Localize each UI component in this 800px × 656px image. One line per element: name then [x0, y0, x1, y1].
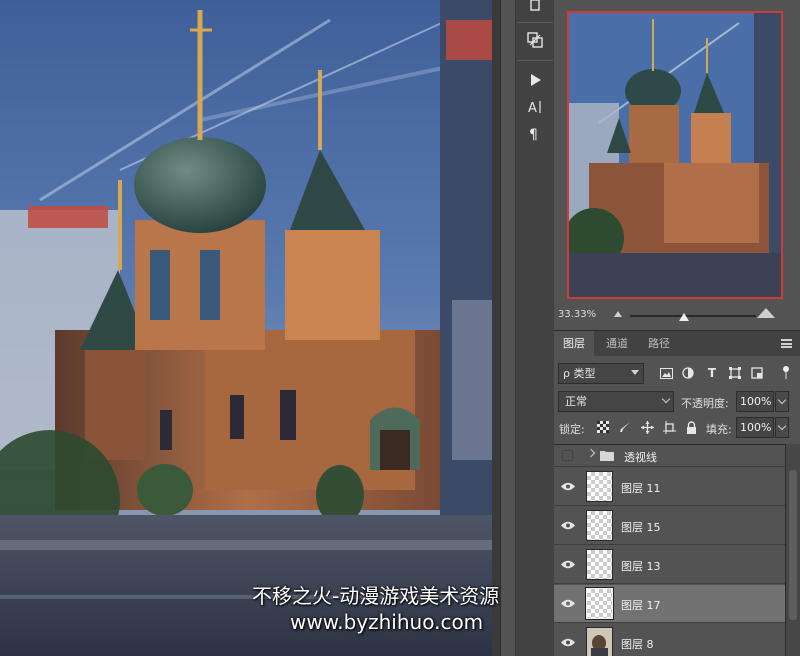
- toolstrip-separator: [517, 60, 553, 61]
- fill-label: 填充:: [706, 423, 732, 436]
- layers-panel-tabs: 图层 通道 路径: [554, 330, 800, 357]
- chevron-down-icon: [661, 394, 671, 404]
- folder-icon: [600, 450, 614, 464]
- layers-list: 透视线 图层 11 图层 15 图层 13 图层 17 图层 8: [554, 444, 785, 656]
- chevron-right-icon[interactable]: [586, 448, 596, 458]
- layer-filter-select[interactable]: ρ 类型: [558, 363, 644, 384]
- panel-menu-icon[interactable]: [781, 339, 792, 348]
- layers-scrollbar[interactable]: [785, 444, 800, 656]
- layer-name: 图层 11: [621, 482, 661, 495]
- fill-dropdown-icon[interactable]: [775, 417, 789, 438]
- layer-name: 图层 15: [621, 521, 661, 534]
- blend-opacity-row: 正常 不透明度: 100%: [554, 390, 800, 414]
- opacity-dropdown-icon[interactable]: [775, 391, 789, 412]
- zoom-in-icon[interactable]: [757, 308, 775, 318]
- lock-label: 锁定:: [559, 423, 585, 436]
- layer-filter-row: ρ 类型 T: [554, 362, 800, 386]
- layer-thumbnail: [586, 627, 613, 656]
- layer-row[interactable]: 图层 15: [554, 507, 785, 545]
- zoom-out-icon[interactable]: [614, 311, 622, 317]
- lock-position-icon[interactable]: [640, 420, 654, 434]
- clone-source-icon[interactable]: [515, 28, 555, 52]
- eye-icon[interactable]: [561, 560, 575, 569]
- navigator-zoom-bar: 33.33%: [554, 304, 800, 326]
- opacity-label: 不透明度:: [681, 397, 729, 410]
- eye-icon[interactable]: [561, 482, 575, 491]
- eye-icon[interactable]: [561, 638, 575, 647]
- tab-channels[interactable]: 通道: [597, 331, 637, 357]
- eye-icon[interactable]: [561, 521, 575, 530]
- layer-row[interactable]: 图层 13: [554, 546, 785, 584]
- navigator-thumbnail: [569, 13, 781, 297]
- filter-shape-icon[interactable]: [727, 365, 743, 381]
- eye-icon[interactable]: [561, 599, 575, 608]
- panel-toolstrip: A ¶: [500, 0, 555, 656]
- chevron-down-icon: [631, 370, 639, 375]
- svg-text:A: A: [528, 101, 537, 115]
- layer-thumbnail: [586, 471, 613, 502]
- brush-preset-icon[interactable]: [515, 0, 555, 18]
- fill-input[interactable]: 100%: [736, 417, 774, 438]
- character-panel-icon[interactable]: A: [515, 95, 555, 119]
- filter-pixel-icon[interactable]: [658, 365, 674, 381]
- filter-smart-object-icon[interactable]: [749, 365, 765, 381]
- lock-transparent-pixels-icon[interactable]: [596, 420, 610, 434]
- lock-image-pixels-icon[interactable]: [618, 420, 632, 434]
- right-panels: 33.33% 图层 通道 路径 ρ 类型 T 正常 不透明度: 100% 锁定:…: [554, 0, 800, 656]
- canvas-frame: [492, 0, 500, 656]
- lock-fill-row: 锁定: 填充: 100%: [554, 416, 800, 440]
- tab-paths[interactable]: 路径: [639, 331, 679, 357]
- layer-name: 图层 8: [621, 638, 654, 651]
- layer-row-selected[interactable]: 图层 17: [554, 585, 785, 623]
- layer-name: 图层 13: [621, 560, 661, 573]
- layer-group-row[interactable]: 透视线: [554, 445, 785, 467]
- layer-row[interactable]: 图层 11: [554, 468, 785, 506]
- toolstrip-separator: [517, 22, 553, 23]
- filter-kind-label: ρ 类型: [563, 367, 596, 380]
- layer-thumbnail: [586, 549, 613, 580]
- filter-adjustment-icon[interactable]: [680, 365, 696, 381]
- lock-artboard-icon[interactable]: [662, 420, 676, 434]
- filter-type-icon[interactable]: T: [704, 365, 720, 381]
- zoom-level[interactable]: 33.33%: [558, 309, 596, 320]
- lock-all-icon[interactable]: [684, 420, 698, 434]
- zoom-slider-thumb[interactable]: [679, 313, 689, 321]
- scrollbar-thumb[interactable]: [789, 470, 797, 620]
- paragraph-icon[interactable]: ¶: [515, 122, 555, 146]
- layer-thumbnail: [585, 587, 614, 620]
- blend-mode-select[interactable]: 正常: [558, 391, 674, 412]
- cathedral-painting: [0, 0, 496, 656]
- navigator-preview[interactable]: [567, 11, 783, 299]
- svg-text:¶: ¶: [529, 127, 538, 142]
- group-name: 透视线: [624, 451, 657, 464]
- opacity-input[interactable]: 100%: [736, 391, 774, 412]
- play-icon[interactable]: [515, 68, 555, 92]
- document-canvas[interactable]: [0, 0, 496, 656]
- tab-layers[interactable]: 图层: [554, 331, 594, 357]
- zoom-slider-track[interactable]: [630, 315, 756, 317]
- layer-row[interactable]: 图层 8: [554, 624, 785, 656]
- visibility-toggle-empty[interactable]: [562, 450, 573, 461]
- blend-mode-value: 正常: [565, 395, 587, 408]
- filter-toggle-icon[interactable]: [778, 365, 794, 381]
- layer-name: 图层 17: [621, 599, 661, 612]
- layer-thumbnail: [586, 510, 613, 541]
